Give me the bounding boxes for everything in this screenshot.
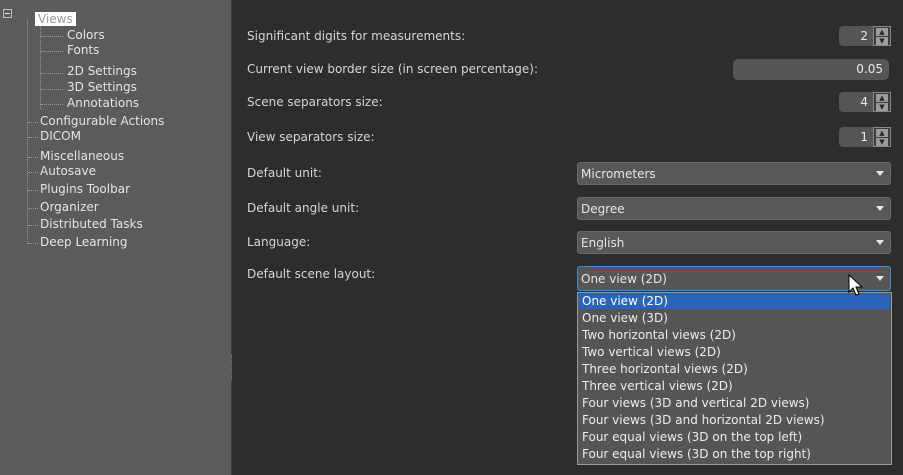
tree-item-distributed-tasks[interactable]: Distributed Tasks — [40, 218, 143, 231]
language-label: Language: — [247, 235, 311, 249]
row-language: Language: English — [233, 231, 903, 255]
language-select[interactable]: English — [577, 231, 891, 254]
tree-item-label: Fonts — [67, 43, 100, 57]
dropdown-option[interactable]: Four equal views (3D on the top left) — [579, 430, 890, 445]
row-default-unit: Default unit: Micrometers — [233, 162, 903, 186]
tree-item-label: Organizer — [40, 200, 99, 214]
dropdown-option[interactable]: Two horizontal views (2D) — [579, 328, 890, 343]
tree-item-label: Configurable Actions — [40, 114, 165, 128]
spin-down-icon[interactable]: ▼ — [876, 103, 888, 111]
tree-item-fonts[interactable]: Fonts — [67, 44, 99, 57]
chevron-down-icon[interactable] — [876, 240, 884, 245]
preferences-window: Views Colors Fonts 2D Settings 3D Settin… — [0, 0, 903, 475]
dropdown-option[interactable]: Four views (3D and horizontal 2D views) — [579, 413, 890, 428]
significant-digits-spinbox[interactable]: 2 ▲ ▼ — [839, 26, 891, 46]
border-size-label: Current view border size (in screen perc… — [247, 62, 539, 76]
dropdown-option[interactable]: Four equal views (3D on the top right) — [579, 447, 890, 462]
angle-unit-value: Degree — [581, 202, 625, 216]
tree-item-label: DICOM — [40, 129, 81, 143]
language-value: English — [581, 236, 625, 250]
row-significant-digits: Significant digits for measurements: 2 ▲… — [233, 25, 903, 49]
spin-buttons[interactable]: ▲ ▼ — [873, 26, 891, 46]
tree-item-2d-settings[interactable]: 2D Settings — [67, 65, 137, 78]
angle-unit-select[interactable]: Degree — [577, 197, 891, 220]
tree-item-label: 2D Settings — [67, 64, 137, 78]
spin-down-icon[interactable]: ▼ — [876, 37, 888, 45]
tree-item-miscellaneous[interactable]: Miscellaneous — [40, 150, 124, 163]
chevron-down-icon[interactable] — [876, 171, 884, 176]
dropdown-option[interactable]: One view (3D) — [579, 311, 890, 326]
chevron-down-icon[interactable] — [876, 276, 884, 281]
scene-separators-value[interactable]: 4 — [839, 92, 873, 112]
tree-item-label: Plugins Toolbar — [40, 182, 131, 196]
tree-item-3d-settings[interactable]: 3D Settings — [67, 81, 137, 94]
view-separators-spinbox[interactable]: 1 ▲ ▼ — [839, 127, 891, 147]
border-size-input[interactable]: 0.05 — [733, 59, 889, 80]
angle-unit-label: Default angle unit: — [247, 201, 360, 215]
scene-layout-value: One view (2D) — [581, 272, 667, 286]
tree-item-views[interactable]: Views — [35, 12, 76, 26]
default-unit-select[interactable]: Micrometers — [577, 162, 891, 185]
chevron-down-icon[interactable] — [876, 206, 884, 211]
scene-separators-label: Scene separators size: — [247, 95, 383, 109]
dropdown-option[interactable]: Three horizontal views (2D) — [579, 362, 890, 377]
tree-item-label: 3D Settings — [67, 80, 137, 94]
tree-item-plugins-toolbar[interactable]: Plugins Toolbar — [40, 183, 130, 196]
category-tree[interactable]: Views Colors Fonts 2D Settings 3D Settin… — [0, 0, 232, 475]
scene-layout-dropdown-list[interactable]: One view (2D) One view (3D) Two horizont… — [577, 292, 892, 465]
tree-item-label: Deep Learning — [40, 235, 128, 249]
row-scene-separators: Scene separators size: 4 ▲ ▼ — [233, 91, 903, 115]
tree-item-configurable-actions[interactable]: Configurable Actions — [40, 115, 164, 128]
significant-digits-label: Significant digits for measurements: — [247, 29, 466, 43]
tree-item-label: Annotations — [67, 96, 140, 110]
dropdown-option[interactable]: Two vertical views (2D) — [579, 345, 890, 360]
tree-item-label: Distributed Tasks — [40, 217, 143, 231]
tree-item-colors[interactable]: Colors — [67, 29, 105, 42]
tree-item-autosave[interactable]: Autosave — [40, 165, 96, 178]
dropdown-option[interactable]: Four views (3D and vertical 2D views) — [579, 396, 890, 411]
tree-item-label: Autosave — [40, 164, 96, 178]
row-angle-unit: Default angle unit: Degree — [233, 197, 903, 221]
dropdown-option[interactable]: Three vertical views (2D) — [579, 379, 890, 394]
tree-item-organizer[interactable]: Organizer — [40, 201, 99, 214]
view-separators-label: View separators size: — [247, 130, 375, 144]
default-unit-label: Default unit: — [247, 166, 322, 180]
collapse-icon[interactable] — [3, 9, 12, 18]
scene-layout-select[interactable]: One view (2D) — [577, 266, 891, 291]
spin-up-icon[interactable]: ▲ — [876, 28, 888, 36]
tree-item-label: Miscellaneous — [40, 149, 125, 163]
row-view-separators: View separators size: 1 ▲ ▼ — [233, 126, 903, 150]
tree-item-annotations[interactable]: Annotations — [67, 97, 139, 110]
tree-item-label: Views — [35, 12, 76, 26]
spin-buttons[interactable]: ▲ ▼ — [873, 127, 891, 147]
tree-item-dicom[interactable]: DICOM — [40, 130, 81, 143]
significant-digits-value[interactable]: 2 — [839, 26, 873, 46]
settings-panel: Significant digits for measurements: 2 ▲… — [233, 0, 903, 475]
spin-buttons[interactable]: ▲ ▼ — [873, 92, 891, 112]
tree-item-deep-learning[interactable]: Deep Learning — [40, 236, 128, 249]
scene-separators-spinbox[interactable]: 4 ▲ ▼ — [839, 92, 891, 112]
spin-up-icon[interactable]: ▲ — [876, 129, 888, 137]
scene-layout-label: Default scene layout: — [247, 267, 376, 281]
tree-item-label: Colors — [67, 28, 105, 42]
dropdown-option[interactable]: One view (2D) — [579, 294, 890, 309]
spin-up-icon[interactable]: ▲ — [876, 94, 888, 102]
default-unit-value: Micrometers — [581, 167, 656, 181]
row-border-size: Current view border size (in screen perc… — [233, 58, 903, 82]
spin-down-icon[interactable]: ▼ — [876, 138, 888, 146]
row-scene-layout: Default scene layout: One view (2D) — [233, 265, 903, 291]
view-separators-value[interactable]: 1 — [839, 127, 873, 147]
mouse-cursor-icon — [848, 274, 864, 296]
